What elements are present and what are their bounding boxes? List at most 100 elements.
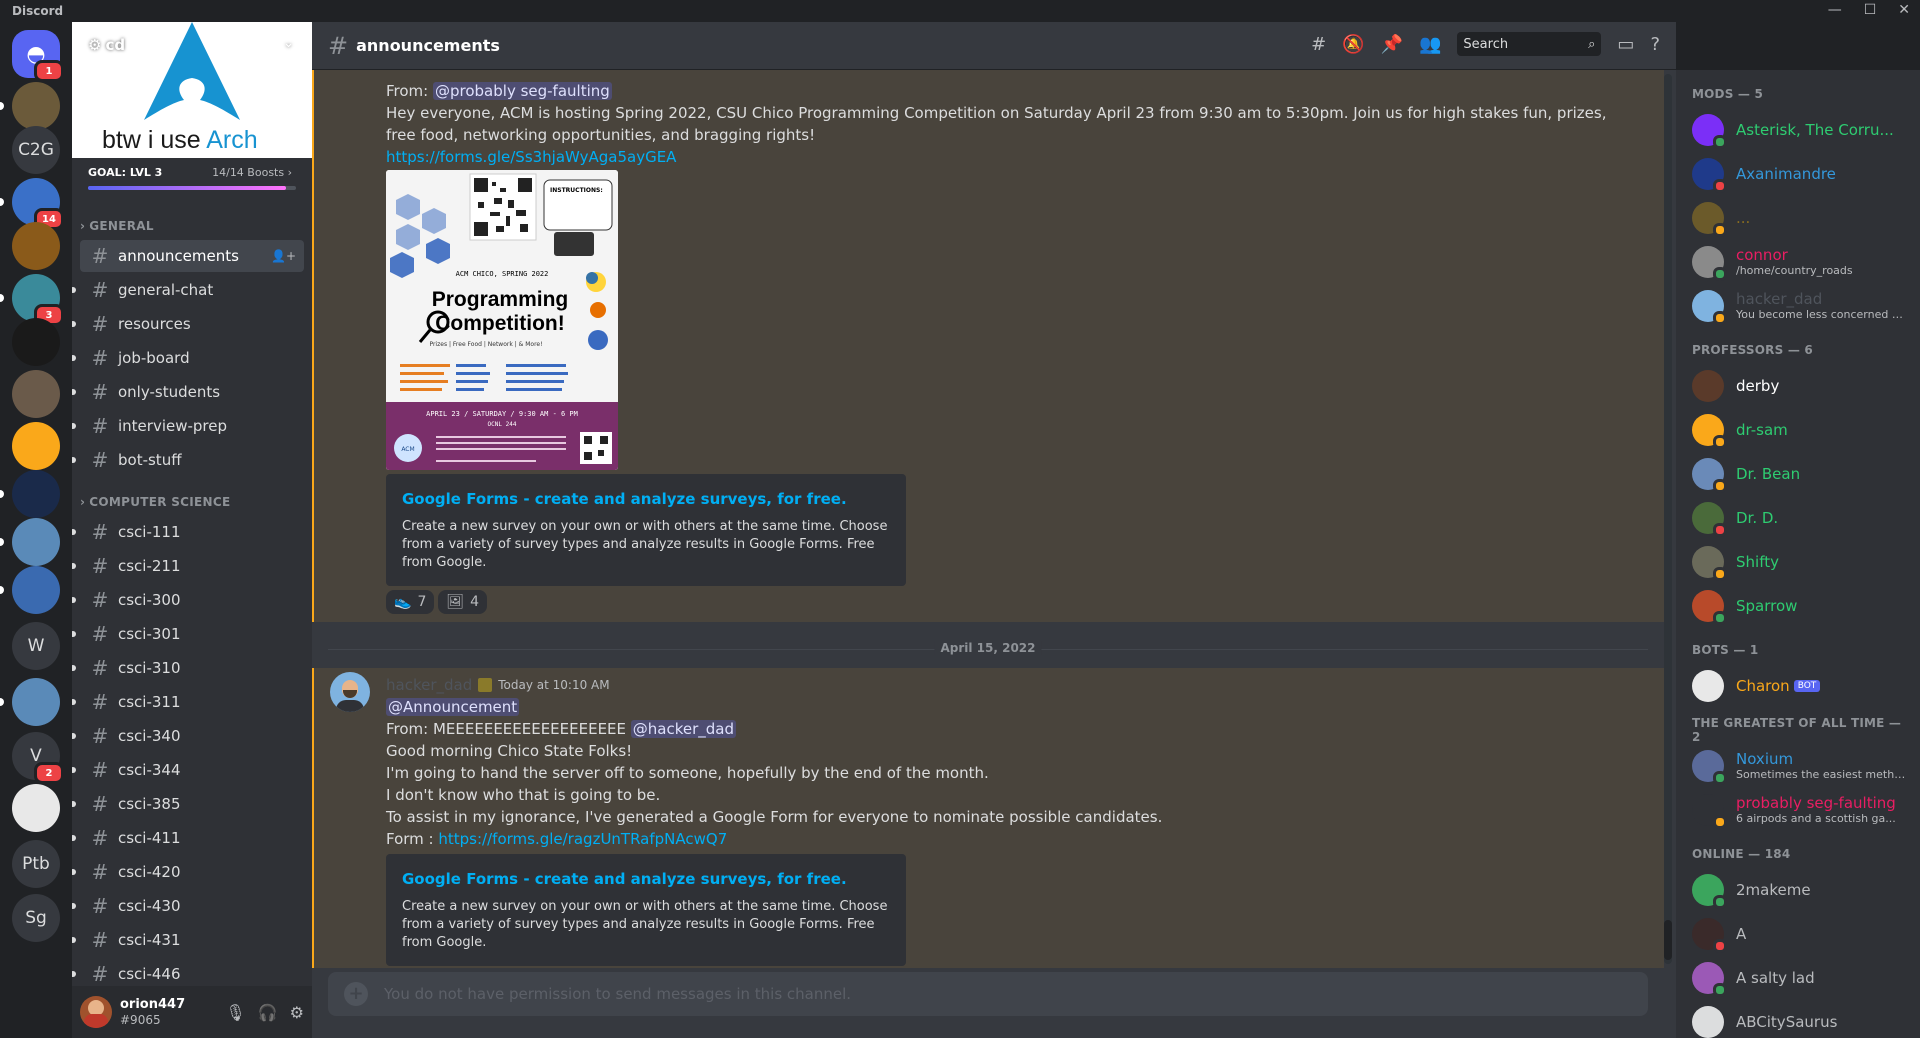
- message[interactable]: From: @probably seg-faulting Hey everyon…: [312, 70, 1664, 622]
- message-author[interactable]: hacker_dad: [386, 674, 472, 696]
- member-item[interactable]: dr-sam: [1692, 408, 1912, 452]
- server-icon[interactable]: [12, 370, 60, 418]
- inbox-icon[interactable]: ▭: [1617, 34, 1634, 55]
- channel-item[interactable]: # csci-340: [72, 720, 304, 752]
- date-divider: April 15, 2022: [328, 636, 1648, 662]
- user-mention[interactable]: @hacker_dad: [630, 720, 737, 738]
- member-item[interactable]: hacker_dad You become less concerned wi..…: [1692, 284, 1912, 328]
- help-icon[interactable]: ?: [1650, 34, 1660, 55]
- channel-item[interactable]: # csci-431: [72, 924, 304, 956]
- channel-item[interactable]: # job-board: [72, 342, 304, 374]
- channel-item[interactable]: # csci-385: [72, 788, 304, 820]
- server-icon[interactable]: [12, 422, 60, 470]
- server-icon[interactable]: Sg: [12, 894, 60, 942]
- channel-item[interactable]: # csci-211: [72, 550, 304, 582]
- member-item[interactable]: 2makeme: [1692, 868, 1912, 912]
- member-item[interactable]: Charon BOT: [1692, 664, 1912, 708]
- member-item[interactable]: connor/home/country_roads: [1692, 240, 1912, 284]
- channel-item[interactable]: # resources: [72, 308, 304, 340]
- member-item[interactable]: probably seg-faulting 6 airpods and a sco…: [1692, 788, 1912, 832]
- member-item[interactable]: ABCitySaurus: [1692, 1000, 1912, 1038]
- avatar[interactable]: [330, 672, 370, 712]
- mute-bell-icon[interactable]: 🔕: [1342, 34, 1364, 55]
- server-icon[interactable]: [12, 784, 60, 832]
- direct-messages-icon[interactable]: ◓ 1: [12, 30, 64, 82]
- pin-icon[interactable]: 📌: [1381, 34, 1403, 55]
- member-item[interactable]: A: [1692, 912, 1912, 956]
- category-header[interactable]: › GENERAL: [72, 216, 312, 236]
- channel-item[interactable]: # csci-430: [72, 890, 304, 922]
- microphone-icon[interactable]: 🎙: [225, 1003, 245, 1022]
- channel-item[interactable]: # bot-stuff: [72, 444, 304, 476]
- server-icon[interactable]: W: [12, 622, 60, 670]
- channel-item[interactable]: # announcements 👤+: [80, 240, 304, 272]
- boost-goal-bar[interactable]: GOAL: LVL 3 14/14 Boosts ›: [72, 158, 312, 202]
- role-mention[interactable]: @Announcement: [386, 698, 520, 716]
- channel-item[interactable]: # csci-344: [72, 754, 304, 786]
- reaction-chip[interactable]: 👟 7: [386, 590, 435, 614]
- headphones-icon[interactable]: 🎧: [258, 1003, 278, 1022]
- member-list-icon[interactable]: 👥: [1419, 34, 1441, 55]
- server-icon[interactable]: 14: [12, 178, 64, 230]
- settings-gear-icon[interactable]: ⚙: [290, 1003, 304, 1022]
- channel-item[interactable]: # csci-111: [72, 516, 304, 548]
- embed-title-link[interactable]: Google Forms - create and analyze survey…: [402, 870, 890, 888]
- server-icon[interactable]: Ptb: [12, 840, 60, 888]
- server-icon[interactable]: [12, 318, 60, 366]
- scrollbar[interactable]: [1664, 74, 1672, 964]
- server-icon[interactable]: [12, 678, 60, 726]
- server-icon[interactable]: [12, 222, 60, 270]
- member-item[interactable]: Asterisk, The Corru...: [1692, 108, 1912, 152]
- channel-item[interactable]: # only-students: [72, 376, 304, 408]
- competition-poster-image[interactable]: INSTRUCTIONS: ACM CHICO, SPRING 2022 Pro…: [386, 170, 618, 470]
- channel-item[interactable]: # csci-301: [72, 618, 304, 650]
- member-item[interactable]: Dr. Bean: [1692, 452, 1912, 496]
- close-icon[interactable]: ✕: [1898, 2, 1910, 18]
- server-icon[interactable]: 3: [12, 274, 64, 326]
- avatar: [1692, 794, 1727, 829]
- search-input[interactable]: Search ⌕: [1457, 32, 1602, 56]
- category-header[interactable]: › COMPUTER SCIENCE: [72, 492, 312, 512]
- member-item[interactable]: Noxium Sometimes the easiest method...: [1692, 744, 1912, 788]
- message[interactable]: hacker_dad Today at 10:10 AM @Announceme…: [312, 668, 1664, 968]
- scrollbar-thumb[interactable]: [1664, 920, 1672, 960]
- member-item[interactable]: A salty lad: [1692, 956, 1912, 1000]
- maximize-icon[interactable]: ☐: [1864, 2, 1877, 18]
- channel-item[interactable]: # csci-411: [72, 822, 304, 854]
- channel-name: resources: [118, 315, 191, 333]
- member-item[interactable]: ...: [1692, 196, 1912, 240]
- form-link[interactable]: https://forms.gle/Ss3hjaWyAga5ayGEA: [386, 148, 676, 166]
- form-link[interactable]: https://forms.gle/ragzUnTRafpNAcwQ7: [438, 830, 727, 848]
- server-icon[interactable]: [12, 82, 60, 130]
- channel-item[interactable]: # csci-311: [72, 686, 304, 718]
- member-item[interactable]: Shifty: [1692, 540, 1912, 584]
- server-icon[interactable]: [12, 566, 60, 614]
- member-item[interactable]: derby: [1692, 364, 1912, 408]
- embed-title-link[interactable]: Google Forms - create and analyze survey…: [402, 490, 890, 508]
- user-mention[interactable]: @probably seg-faulting: [433, 82, 612, 100]
- avatar[interactable]: [80, 996, 112, 1028]
- member-item[interactable]: Axanimandre: [1692, 152, 1912, 196]
- member-item[interactable]: Sparrow: [1692, 584, 1912, 628]
- server-name[interactable]: ⚙ cd: [88, 36, 125, 54]
- chevron-down-icon[interactable]: ⌄: [283, 36, 294, 51]
- channel-item[interactable]: # general-chat: [72, 274, 304, 306]
- minimize-icon[interactable]: —: [1828, 2, 1842, 18]
- channel-item[interactable]: # csci-310: [72, 652, 304, 684]
- invite-member-icon[interactable]: 👤+: [271, 249, 296, 263]
- server-icon[interactable]: C2G: [12, 126, 60, 174]
- server-icon[interactable]: [12, 518, 60, 566]
- server-banner[interactable]: ⚙ cd ⌄ btw i use Arch: [72, 22, 312, 158]
- member-item[interactable]: Dr. D.: [1692, 496, 1912, 540]
- server-icon[interactable]: [12, 470, 60, 518]
- category-chevron-icon: ›: [80, 495, 86, 509]
- channel-item[interactable]: # csci-420: [72, 856, 304, 888]
- channel-item[interactable]: # interview-prep: [72, 410, 304, 442]
- channel-item[interactable]: # csci-300: [72, 584, 304, 616]
- member-group-header: MODS — 5: [1692, 86, 1912, 102]
- reaction-chip[interactable]: 🖼 4: [438, 590, 488, 614]
- status-indicator: [1713, 939, 1727, 953]
- threads-icon[interactable]: #: [1311, 34, 1326, 55]
- message-from-line: From: MEEEEEEEEEEEEEEEEEEE @hacker_dad: [386, 720, 737, 738]
- server-icon[interactable]: V2: [12, 732, 64, 784]
